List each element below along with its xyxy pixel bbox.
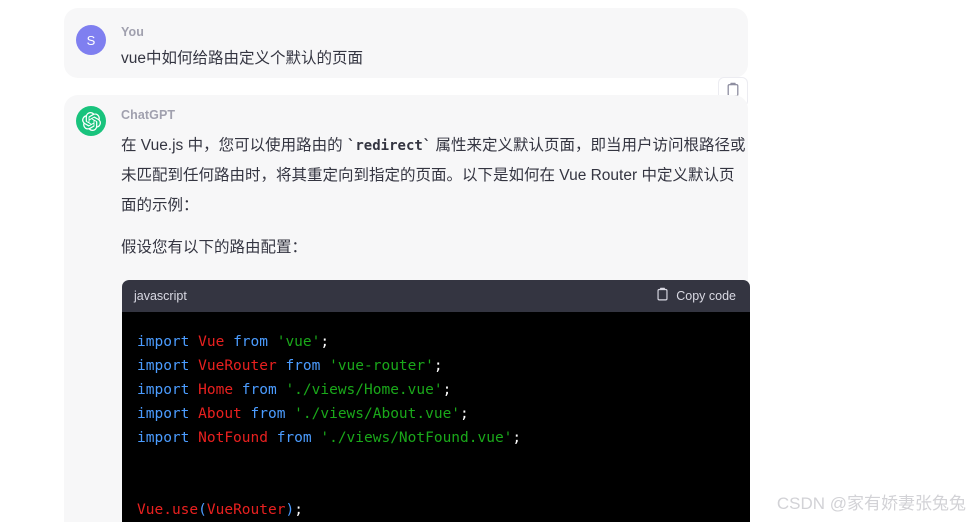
user-message-text: vue中如何给路由定义个默认的页面 — [121, 50, 363, 67]
code-token: './views/About.vue' — [294, 406, 461, 422]
code-token: from — [276, 430, 312, 446]
assistant-paragraph-1-part-a: 在 Vue.js 中，您可以使用路由的 — [121, 137, 347, 154]
code-token: ; — [460, 406, 469, 422]
copy-code-label: Copy code — [676, 289, 736, 303]
copy-code-button[interactable]: Copy code — [656, 287, 736, 305]
code-token: from — [250, 406, 286, 422]
code-token: . — [163, 502, 172, 518]
role-label-assistant: ChatGPT — [121, 108, 176, 122]
code-token: import — [137, 334, 190, 350]
avatar-user: S — [76, 25, 106, 55]
code-token: ; — [294, 502, 303, 518]
code-line: import VueRouter from 'vue-router'; — [122, 354, 750, 378]
code-token: './views/NotFound.vue' — [320, 430, 513, 446]
code-token: About — [198, 406, 242, 422]
code-content[interactable]: import Vue from 'vue'; import VueRouter f… — [122, 312, 750, 522]
code-line: import Vue from 'vue'; — [122, 330, 750, 354]
watermark: CSDN @家有娇妻张兔兔 — [776, 494, 966, 513]
code-token: './views/Home.vue' — [285, 382, 443, 398]
assistant-paragraph-1: 在 Vue.js 中，您可以使用路由的 `redirect` 属性来定义默认页面… — [121, 131, 749, 221]
code-token: 'vue' — [276, 334, 321, 350]
code-token: VueRouter — [206, 502, 286, 518]
code-token: ) — [285, 502, 295, 518]
assistant-paragraph-2: 假设您有以下的路由配置： — [121, 239, 308, 256]
avatar-initial: S — [86, 32, 96, 48]
code-token: ( — [198, 502, 207, 518]
code-line: import NotFound from './views/NotFound.v… — [122, 426, 750, 450]
code-token: import — [137, 406, 190, 422]
code-token: 'vue-router' — [329, 358, 434, 374]
code-token: ; — [442, 382, 452, 398]
code-token: import — [137, 430, 190, 446]
code-token: ; — [433, 358, 443, 374]
clipboard-icon — [656, 287, 669, 305]
code-token: Vue — [137, 502, 164, 518]
code-line: Vue.use(VueRouter); — [122, 498, 750, 522]
code-language-label: javascript — [134, 289, 187, 303]
code-token: ; — [320, 334, 330, 350]
openai-logo-icon — [81, 111, 101, 131]
code-token: import — [137, 382, 190, 398]
code-token: from — [285, 358, 321, 374]
role-label-user: You — [121, 25, 144, 39]
code-token: VueRouter — [198, 358, 277, 374]
chat-page: S You vue中如何给路由定义个默认的页面 ChatGPT 在 Vue.js… — [0, 0, 974, 522]
code-token: use — [171, 502, 199, 518]
code-token: ; — [512, 430, 522, 446]
code-token: import — [137, 358, 190, 374]
code-block-header: javascript Copy code — [122, 280, 750, 312]
code-token: Home — [198, 382, 234, 398]
code-block: javascript Copy code import Vue from 'vu… — [122, 280, 750, 522]
inline-code-redirect: `redirect` — [346, 138, 432, 154]
code-token: NotFound — [198, 430, 268, 446]
code-token: Vue — [198, 334, 225, 350]
avatar-assistant — [76, 106, 106, 136]
code-token: from — [233, 334, 268, 350]
code-line: import About from './views/About.vue'; — [122, 402, 750, 426]
code-line: import Home from './views/Home.vue'; — [122, 378, 750, 402]
code-token: from — [241, 382, 277, 398]
